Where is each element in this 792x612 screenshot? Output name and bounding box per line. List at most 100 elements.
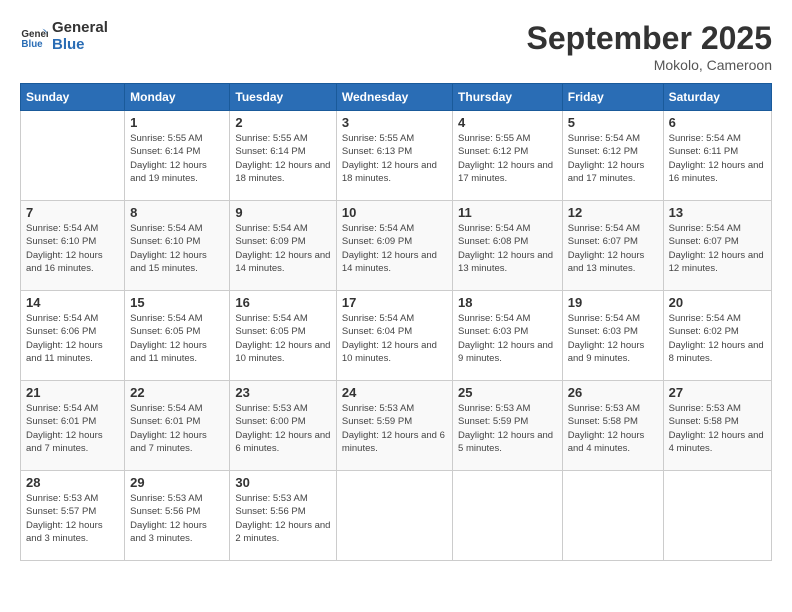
day-info: Sunrise: 5:54 AMSunset: 6:04 PMDaylight:… [342, 312, 447, 365]
title-block: September 2025 Mokolo, Cameroon [527, 20, 772, 73]
day-info: Sunrise: 5:54 AMSunset: 6:09 PMDaylight:… [235, 222, 330, 275]
calendar-day-cell: 14 Sunrise: 5:54 AMSunset: 6:06 PMDaylig… [21, 291, 125, 381]
day-info: Sunrise: 5:54 AMSunset: 6:03 PMDaylight:… [458, 312, 557, 365]
calendar-day-cell: 27 Sunrise: 5:53 AMSunset: 5:58 PMDaylig… [663, 381, 771, 471]
calendar-week-row: 1 Sunrise: 5:55 AMSunset: 6:14 PMDayligh… [21, 111, 772, 201]
calendar-week-row: 21 Sunrise: 5:54 AMSunset: 6:01 PMDaylig… [21, 381, 772, 471]
day-number: 24 [342, 385, 447, 400]
day-number: 17 [342, 295, 447, 310]
page-header: General Blue General Blue September 2025… [20, 20, 772, 73]
day-number: 30 [235, 475, 330, 490]
day-info: Sunrise: 5:54 AMSunset: 6:09 PMDaylight:… [342, 222, 447, 275]
day-number: 5 [568, 115, 658, 130]
calendar-week-row: 14 Sunrise: 5:54 AMSunset: 6:06 PMDaylig… [21, 291, 772, 381]
day-number: 3 [342, 115, 447, 130]
day-info: Sunrise: 5:53 AMSunset: 5:56 PMDaylight:… [130, 492, 224, 545]
calendar-day-cell [21, 111, 125, 201]
logo-text-blue: Blue [52, 37, 108, 54]
calendar-day-cell: 15 Sunrise: 5:54 AMSunset: 6:05 PMDaylig… [125, 291, 230, 381]
calendar-day-cell: 23 Sunrise: 5:53 AMSunset: 6:00 PMDaylig… [230, 381, 336, 471]
calendar-day-cell [562, 471, 663, 561]
day-info: Sunrise: 5:54 AMSunset: 6:08 PMDaylight:… [458, 222, 557, 275]
day-info: Sunrise: 5:54 AMSunset: 6:01 PMDaylight:… [130, 402, 224, 455]
weekday-header-cell: Monday [125, 84, 230, 111]
calendar-day-cell: 2 Sunrise: 5:55 AMSunset: 6:14 PMDayligh… [230, 111, 336, 201]
calendar-day-cell: 6 Sunrise: 5:54 AMSunset: 6:11 PMDayligh… [663, 111, 771, 201]
calendar-day-cell: 25 Sunrise: 5:53 AMSunset: 5:59 PMDaylig… [453, 381, 563, 471]
calendar-week-row: 7 Sunrise: 5:54 AMSunset: 6:10 PMDayligh… [21, 201, 772, 291]
day-number: 18 [458, 295, 557, 310]
weekday-header-cell: Saturday [663, 84, 771, 111]
day-info: Sunrise: 5:54 AMSunset: 6:05 PMDaylight:… [130, 312, 224, 365]
calendar-day-cell: 13 Sunrise: 5:54 AMSunset: 6:07 PMDaylig… [663, 201, 771, 291]
logo: General Blue General Blue [20, 20, 108, 53]
day-info: Sunrise: 5:55 AMSunset: 6:12 PMDaylight:… [458, 132, 557, 185]
day-number: 10 [342, 205, 447, 220]
calendar-day-cell: 7 Sunrise: 5:54 AMSunset: 6:10 PMDayligh… [21, 201, 125, 291]
day-info: Sunrise: 5:53 AMSunset: 6:00 PMDaylight:… [235, 402, 330, 455]
day-info: Sunrise: 5:53 AMSunset: 5:59 PMDaylight:… [458, 402, 557, 455]
day-number: 28 [26, 475, 119, 490]
day-info: Sunrise: 5:53 AMSunset: 5:56 PMDaylight:… [235, 492, 330, 545]
day-number: 20 [669, 295, 766, 310]
calendar-day-cell: 20 Sunrise: 5:54 AMSunset: 6:02 PMDaylig… [663, 291, 771, 381]
calendar-day-cell [336, 471, 452, 561]
calendar-day-cell: 16 Sunrise: 5:54 AMSunset: 6:05 PMDaylig… [230, 291, 336, 381]
day-number: 25 [458, 385, 557, 400]
day-number: 26 [568, 385, 658, 400]
day-info: Sunrise: 5:54 AMSunset: 6:06 PMDaylight:… [26, 312, 119, 365]
calendar-day-cell: 29 Sunrise: 5:53 AMSunset: 5:56 PMDaylig… [125, 471, 230, 561]
day-number: 21 [26, 385, 119, 400]
day-info: Sunrise: 5:54 AMSunset: 6:05 PMDaylight:… [235, 312, 330, 365]
calendar-body: 1 Sunrise: 5:55 AMSunset: 6:14 PMDayligh… [21, 111, 772, 561]
calendar-day-cell: 24 Sunrise: 5:53 AMSunset: 5:59 PMDaylig… [336, 381, 452, 471]
calendar-day-cell: 22 Sunrise: 5:54 AMSunset: 6:01 PMDaylig… [125, 381, 230, 471]
svg-text:Blue: Blue [21, 38, 43, 49]
day-number: 23 [235, 385, 330, 400]
calendar-day-cell: 19 Sunrise: 5:54 AMSunset: 6:03 PMDaylig… [562, 291, 663, 381]
day-number: 4 [458, 115, 557, 130]
logo-text-general: General [52, 20, 108, 37]
day-info: Sunrise: 5:53 AMSunset: 5:58 PMDaylight:… [669, 402, 766, 455]
day-info: Sunrise: 5:54 AMSunset: 6:07 PMDaylight:… [568, 222, 658, 275]
day-info: Sunrise: 5:53 AMSunset: 5:57 PMDaylight:… [26, 492, 119, 545]
weekday-header-cell: Friday [562, 84, 663, 111]
location: Mokolo, Cameroon [527, 57, 772, 73]
day-number: 14 [26, 295, 119, 310]
calendar-day-cell: 8 Sunrise: 5:54 AMSunset: 6:10 PMDayligh… [125, 201, 230, 291]
weekday-header-row: SundayMondayTuesdayWednesdayThursdayFrid… [21, 84, 772, 111]
calendar-day-cell: 11 Sunrise: 5:54 AMSunset: 6:08 PMDaylig… [453, 201, 563, 291]
day-info: Sunrise: 5:54 AMSunset: 6:02 PMDaylight:… [669, 312, 766, 365]
calendar-day-cell: 30 Sunrise: 5:53 AMSunset: 5:56 PMDaylig… [230, 471, 336, 561]
calendar-day-cell: 26 Sunrise: 5:53 AMSunset: 5:58 PMDaylig… [562, 381, 663, 471]
day-info: Sunrise: 5:53 AMSunset: 5:58 PMDaylight:… [568, 402, 658, 455]
calendar-day-cell [453, 471, 563, 561]
calendar-day-cell: 17 Sunrise: 5:54 AMSunset: 6:04 PMDaylig… [336, 291, 452, 381]
day-info: Sunrise: 5:54 AMSunset: 6:03 PMDaylight:… [568, 312, 658, 365]
calendar-day-cell: 1 Sunrise: 5:55 AMSunset: 6:14 PMDayligh… [125, 111, 230, 201]
calendar-day-cell: 5 Sunrise: 5:54 AMSunset: 6:12 PMDayligh… [562, 111, 663, 201]
calendar-day-cell: 18 Sunrise: 5:54 AMSunset: 6:03 PMDaylig… [453, 291, 563, 381]
day-number: 16 [235, 295, 330, 310]
calendar-day-cell: 12 Sunrise: 5:54 AMSunset: 6:07 PMDaylig… [562, 201, 663, 291]
day-info: Sunrise: 5:54 AMSunset: 6:07 PMDaylight:… [669, 222, 766, 275]
weekday-header-cell: Tuesday [230, 84, 336, 111]
calendar-day-cell: 4 Sunrise: 5:55 AMSunset: 6:12 PMDayligh… [453, 111, 563, 201]
day-info: Sunrise: 5:54 AMSunset: 6:01 PMDaylight:… [26, 402, 119, 455]
calendar-day-cell: 28 Sunrise: 5:53 AMSunset: 5:57 PMDaylig… [21, 471, 125, 561]
weekday-header-cell: Thursday [453, 84, 563, 111]
day-info: Sunrise: 5:54 AMSunset: 6:12 PMDaylight:… [568, 132, 658, 185]
logo-icon: General Blue [20, 23, 48, 51]
day-number: 2 [235, 115, 330, 130]
calendar-day-cell: 10 Sunrise: 5:54 AMSunset: 6:09 PMDaylig… [336, 201, 452, 291]
calendar-table: SundayMondayTuesdayWednesdayThursdayFrid… [20, 83, 772, 561]
day-info: Sunrise: 5:54 AMSunset: 6:10 PMDaylight:… [130, 222, 224, 275]
day-info: Sunrise: 5:55 AMSunset: 6:13 PMDaylight:… [342, 132, 447, 185]
day-info: Sunrise: 5:54 AMSunset: 6:10 PMDaylight:… [26, 222, 119, 275]
day-number: 7 [26, 205, 119, 220]
day-number: 12 [568, 205, 658, 220]
day-info: Sunrise: 5:54 AMSunset: 6:11 PMDaylight:… [669, 132, 766, 185]
calendar-day-cell [663, 471, 771, 561]
calendar-week-row: 28 Sunrise: 5:53 AMSunset: 5:57 PMDaylig… [21, 471, 772, 561]
day-number: 27 [669, 385, 766, 400]
